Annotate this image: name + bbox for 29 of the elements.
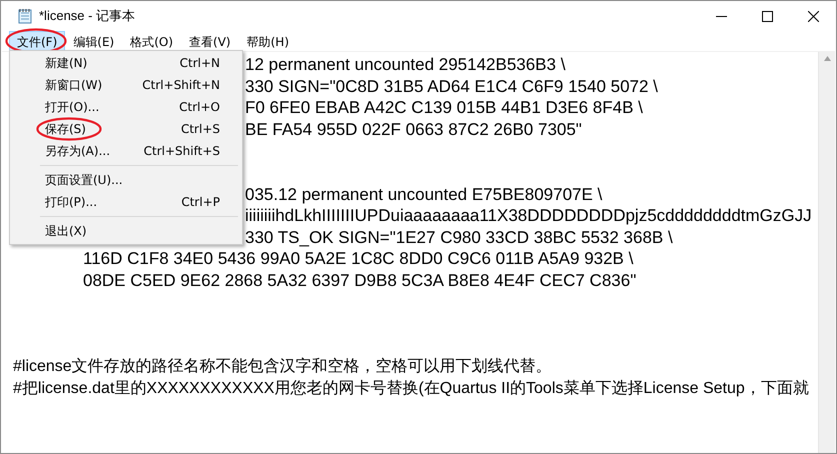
menu-item[interactable]: 保存(S) Ctrl+S <box>12 118 240 140</box>
menu-item[interactable]: 页面设置(U)... <box>12 169 240 191</box>
text-line: iiiiiiiihdLkhIIIIIIIUPDuiaaaaaaaa11X38DDDDDDDDpjz5cddddddddtmGzGJJ <box>245 206 812 226</box>
text-line: #把license.dat里的XXXXXXXXXXXX用您老的网卡号替换(在Quartus II的Tools菜单下选择License Setup，下面就 <box>13 380 809 397</box>
text-line: 08DE C5ED 9E62 2868 5A32 6397 D9B8 5C3A B8E8 4E4F CEC7 C836" <box>83 270 636 290</box>
text-line: 116D C1F8 34E0 5436 99A0 5A2E 1C8C 8DD0 C9C6 011B A5A9 932B \ <box>83 249 634 268</box>
text-line: 035.12 permanent uncounted E75BE809707E \ <box>245 184 602 204</box>
window-title: *license - 记事本 <box>39 7 136 25</box>
menu-item[interactable]: 新建(N) Ctrl+N <box>12 52 240 74</box>
scrollbar[interactable] <box>818 52 835 453</box>
close-icon <box>808 10 818 22</box>
menu-item[interactable]: 另存为(A)... Ctrl+Shift+S <box>12 140 240 162</box>
maximize-icon <box>762 10 772 22</box>
text-line: F0 6FE0 EBAB A42C C139 015B 44B1 D3E6 8F4B \ <box>245 98 643 118</box>
menu-bar-item[interactable]: 帮助(H) <box>238 31 297 51</box>
text-line: 330 TS_OK SIGN="1E27 C980 33CD 38BC 5532 368B \ <box>245 228 673 247</box>
menu-item[interactable]: 退出(X) <box>12 220 240 242</box>
menu-item[interactable]: 新窗口(W) Ctrl+Shift+N <box>12 74 240 96</box>
menu-item[interactable]: 打印(P)... Ctrl+P <box>12 191 240 213</box>
menu-item[interactable]: 打开(O)... Ctrl+O <box>12 96 240 118</box>
notepad-icon <box>17 8 33 24</box>
text-line: 12 permanent uncounted 295142B536B3 \ <box>245 55 566 74</box>
text-line: 330 SIGN="0C8D 31B5 AD64 E1C4 C6F9 1540 5072 \ <box>245 76 658 96</box>
text-line: #license文件存放的路径名称不能包含汉字和空格，空格可以用下划线代替。 <box>13 358 552 376</box>
menu-bar-item[interactable]: 格式(O) <box>122 31 182 51</box>
text-line: BE FA54 955D 022F 0663 87C2 26B0 7305" <box>245 120 582 139</box>
menu-bar-item[interactable]: 编辑(E) <box>65 31 122 51</box>
scroll-up-icon[interactable] <box>824 56 830 61</box>
menu-bar-item[interactable]: 查看(V) <box>181 31 239 51</box>
